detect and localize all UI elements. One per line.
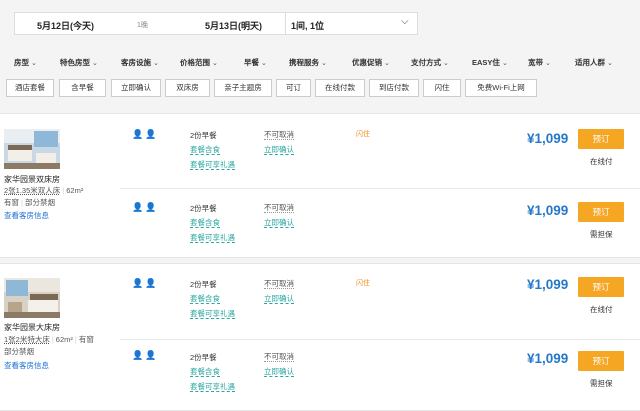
- instant-confirm[interactable]: 立即确认: [264, 294, 294, 304]
- book-button[interactable]: 预订: [578, 129, 624, 149]
- filter-ctrip-service[interactable]: 携程服务 ⌄: [289, 57, 327, 68]
- room-photo[interactable]: [4, 278, 60, 318]
- cancel-policy[interactable]: 不可取消: [264, 203, 294, 213]
- nights-count: 1晚: [137, 22, 148, 29]
- checkin-date[interactable]: 5月12日(今天): [37, 19, 94, 32]
- filter-promotions[interactable]: 优惠促销 ⌄: [352, 57, 390, 68]
- chevron-down-icon: ⌄: [92, 60, 98, 67]
- package-perks-link[interactable]: 套餐可享礼遇: [190, 160, 235, 170]
- tag-available[interactable]: 可订: [276, 79, 311, 97]
- chevron-down-icon: ⌄: [501, 60, 508, 67]
- rooms-guests-selector[interactable]: 1间, 1位: [291, 19, 324, 32]
- payment-type: 在线付: [590, 305, 613, 314]
- chevron-down-icon: ⌄: [321, 60, 327, 67]
- guest-icons: 👤👤: [132, 278, 159, 288]
- chevron-down-icon: ⌄: [545, 60, 551, 67]
- package-meal-link[interactable]: 套餐含食: [190, 218, 220, 228]
- cancel-policy[interactable]: 不可取消: [264, 279, 294, 289]
- breakfast-label: 2份早餐: [190, 280, 217, 289]
- filter-breakfast[interactable]: 早餐 ⌄: [244, 57, 267, 68]
- tag-family-room[interactable]: 亲子主题房: [214, 79, 272, 97]
- filter-broadband[interactable]: 宽带 ⌄: [528, 57, 551, 68]
- filter-bar: 房型 ⌄ 特色房型 ⌄ 客房设施 ⌄ 价格范围 ⌄ 早餐 ⌄ 携程服务 ⌄ 优惠促销 ⌄ 支付…: [0, 54, 640, 74]
- tag-instant-confirm[interactable]: 立即确认: [111, 79, 161, 97]
- room-name[interactable]: 家华园景大床房: [4, 322, 60, 333]
- tag-free-wifi[interactable]: 免费Wi-Fi上网: [465, 79, 537, 97]
- package-meal-link[interactable]: 套餐含食: [190, 367, 220, 377]
- filter-price-range[interactable]: 价格范围 ⌄: [180, 57, 218, 68]
- room-features: 部分禁烟: [4, 347, 34, 356]
- package-perks-link[interactable]: 套餐可享礼遇: [190, 382, 235, 392]
- cancel-policy[interactable]: 不可取消: [264, 352, 294, 362]
- chevron-down-icon[interactable]: ⌵: [401, 16, 409, 27]
- breakfast-label: 2份早餐: [190, 204, 217, 213]
- room-name[interactable]: 家华园景双床房: [4, 174, 60, 185]
- room-info-link[interactable]: 查看客房信息: [4, 360, 49, 371]
- filter-audience[interactable]: 适用人群 ⌄: [575, 57, 613, 68]
- guest-icons: 👤👤: [132, 129, 159, 139]
- instant-confirm[interactable]: 立即确认: [264, 367, 294, 377]
- breakfast-label: 2份早餐: [190, 131, 217, 140]
- room-price: ¥1,099: [527, 131, 569, 146]
- book-button[interactable]: 预订: [578, 277, 624, 297]
- filter-easy-stay[interactable]: EASY住 ⌄: [472, 57, 508, 68]
- package-perks-link[interactable]: 套餐可享礼遇: [190, 309, 235, 319]
- chevron-down-icon: ⌄: [384, 60, 390, 67]
- book-button[interactable]: 预订: [578, 202, 624, 222]
- instant-confirm[interactable]: 立即确认: [264, 218, 294, 228]
- payment-type: 需担保: [590, 230, 613, 239]
- filter-payment[interactable]: 支付方式 ⌄: [411, 57, 449, 68]
- payment-type: 需担保: [590, 379, 613, 388]
- room-group: 家华园景双床房 2张1.35米双人床 | 62m² 有窗 | 部分禁烟 查看客房信息 👤…: [0, 113, 640, 258]
- tag-flash-stay[interactable]: 闪住: [423, 79, 461, 97]
- tag-twin-room[interactable]: 双床房: [165, 79, 210, 97]
- checkout-date[interactable]: 5月13日(明天): [205, 19, 262, 32]
- room-info-link[interactable]: 查看客房信息: [4, 210, 49, 221]
- payment-type: 在线付: [590, 157, 613, 166]
- filter-special-room[interactable]: 特色房型 ⌄: [60, 57, 98, 68]
- room-features: 有窗 | 部分禁烟: [4, 198, 55, 207]
- room-bed-size: 2张1.35米双人床 | 62m²: [4, 186, 84, 195]
- plan-divider: [120, 339, 640, 340]
- tag-pay-at-hotel[interactable]: 到店付款: [369, 79, 419, 97]
- room-photo[interactable]: [4, 129, 60, 169]
- filter-room-type[interactable]: 房型 ⌄: [14, 57, 37, 68]
- tag-breakfast[interactable]: 含早餐: [59, 79, 106, 97]
- chevron-down-icon: ⌄: [31, 60, 37, 67]
- date-search-bar[interactable]: 5月12日(今天) 1晚 5月13日(明天) 1间, 1位 ⌵: [14, 12, 418, 35]
- guest-icons: 👤👤: [132, 202, 159, 212]
- room-price: ¥1,099: [527, 203, 569, 218]
- chevron-down-icon: ⌄: [212, 60, 218, 67]
- breakfast-label: 2份早餐: [190, 353, 217, 362]
- flash-stay-badge: 闪住: [356, 280, 370, 287]
- guest-icons: 👤👤: [132, 350, 159, 360]
- flash-stay-badge: 闪住: [356, 131, 370, 138]
- divider: [285, 13, 286, 34]
- room-price: ¥1,099: [527, 277, 569, 292]
- package-meal-link[interactable]: 套餐含食: [190, 294, 220, 304]
- filter-facilities[interactable]: 客房设施 ⌄: [121, 57, 159, 68]
- room-price: ¥1,099: [527, 351, 569, 366]
- plan-divider: [120, 188, 640, 189]
- book-button[interactable]: 预订: [578, 351, 624, 371]
- chevron-down-icon: ⌄: [443, 60, 449, 67]
- room-group: 家华园景大床房 1张2米特大床 | 62m² | 有窗 部分禁烟 查看客房信息 👤👤 2…: [0, 263, 640, 411]
- chevron-down-icon: ⌄: [261, 60, 267, 67]
- tag-package[interactable]: 酒店套餐: [6, 79, 54, 97]
- instant-confirm[interactable]: 立即确认: [264, 145, 294, 155]
- package-meal-link[interactable]: 套餐含食: [190, 145, 220, 155]
- room-bed-size: 1张2米特大床 | 62m² | 有窗: [4, 335, 94, 344]
- package-perks-link[interactable]: 套餐可享礼遇: [190, 233, 235, 243]
- cancel-policy[interactable]: 不可取消: [264, 130, 294, 140]
- tag-online-pay[interactable]: 在线付款: [315, 79, 365, 97]
- chevron-down-icon: ⌄: [607, 60, 613, 67]
- chevron-down-icon: ⌄: [153, 60, 159, 67]
